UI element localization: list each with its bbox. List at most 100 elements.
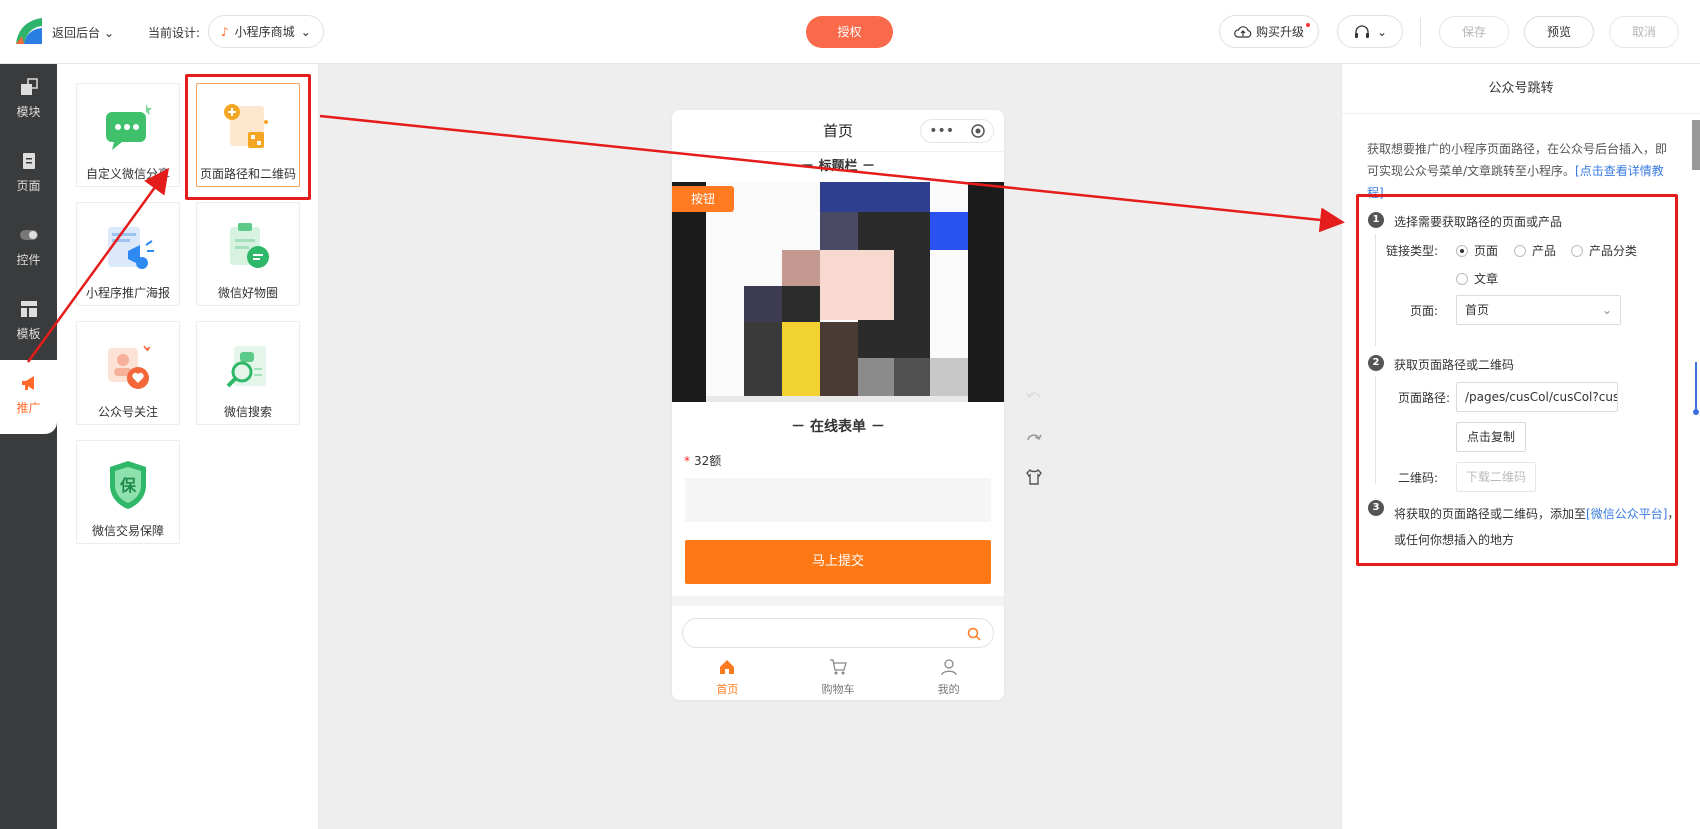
more-icon: ••• bbox=[929, 123, 955, 139]
clipboard-chat-icon bbox=[230, 223, 269, 268]
phone-preview: 首页 ••• － 标题栏 － 按钮 － 在线表单 － * 32额 马上提交 首页… bbox=[672, 110, 1004, 700]
title-bar-module[interactable]: － 标题栏 － bbox=[672, 152, 1004, 182]
widget-custom-wechat-share[interactable]: 自定义微信分享 bbox=[76, 83, 180, 187]
mini-program-icon: ♪ bbox=[221, 24, 229, 39]
sidebar-item-label: 推广 bbox=[16, 401, 41, 415]
search-icon bbox=[967, 627, 981, 641]
shirt-theme-icon[interactable] bbox=[1025, 468, 1043, 486]
form-field-name: 32额 bbox=[694, 454, 722, 468]
hero-image-block bbox=[782, 322, 820, 396]
page-title: 首页 bbox=[822, 122, 853, 140]
user-icon bbox=[941, 659, 957, 676]
tab-home[interactable]: 首页 bbox=[672, 652, 783, 700]
tab-cart[interactable]: 购物车 bbox=[783, 652, 894, 700]
tab-label: 购物车 bbox=[821, 683, 855, 696]
current-design-select[interactable]: ♪ 小程序商城 ⌄ bbox=[208, 15, 324, 48]
hero-image-block bbox=[820, 250, 894, 320]
widget-label: 公众号关注 bbox=[97, 405, 158, 419]
hero-image-block bbox=[858, 358, 894, 396]
cart-icon bbox=[830, 659, 847, 675]
widget-label: 微信交易保障 bbox=[91, 524, 164, 538]
widget-wechat-good-things[interactable]: 微信好物圈 bbox=[196, 202, 300, 306]
back-to-admin-label: 返回后台 bbox=[52, 26, 101, 40]
sidebar-item-label: 页面 bbox=[16, 179, 41, 193]
hero-image-block bbox=[744, 322, 782, 396]
widget-label: 微信搜索 bbox=[223, 405, 272, 419]
widget-label: 微信好物圈 bbox=[217, 286, 278, 300]
panel-title: 公众号跳转 bbox=[1342, 64, 1700, 114]
sidebar-item-page[interactable]: 页面 bbox=[0, 138, 57, 210]
annotation-frame-settings bbox=[1356, 194, 1678, 566]
sidebar-item-label: 模板 bbox=[16, 327, 41, 341]
home-icon bbox=[720, 660, 735, 674]
widget-label: 小程序推广海报 bbox=[85, 286, 170, 300]
page-icon bbox=[22, 153, 35, 169]
target-icon bbox=[970, 124, 985, 138]
current-design-value: 小程序商城 bbox=[234, 25, 295, 39]
preview-button[interactable]: 预览 bbox=[1524, 16, 1594, 48]
upgrade-label: 购买升级 bbox=[1255, 25, 1304, 39]
hero-image-block bbox=[820, 322, 858, 396]
module-icon bbox=[20, 78, 38, 95]
hero-image-block bbox=[672, 182, 706, 402]
hero-image-block bbox=[930, 358, 968, 396]
wechat-share-icon bbox=[106, 104, 152, 150]
template-icon bbox=[20, 301, 37, 317]
save-button[interactable]: 保存 bbox=[1439, 16, 1509, 48]
section-separator bbox=[672, 596, 1004, 606]
required-mark: * bbox=[684, 454, 690, 468]
sidebar-item-template[interactable]: 模板 bbox=[0, 286, 57, 358]
current-design-label: 当前设计: bbox=[148, 26, 201, 40]
chevron-down-icon: ⌄ bbox=[104, 25, 115, 40]
hero-image-block bbox=[968, 182, 1004, 402]
widget-mini-program-poster[interactable]: 小程序推广海报 bbox=[76, 202, 180, 306]
widget-official-account-follow[interactable]: 公众号关注 bbox=[76, 321, 180, 425]
image-module[interactable]: 按钮 bbox=[672, 182, 1004, 402]
upgrade-button[interactable]: 购买升级 bbox=[1219, 15, 1319, 48]
logo-icon bbox=[16, 18, 42, 44]
form-field-input[interactable] bbox=[685, 478, 991, 522]
form-field-label: * 32额 bbox=[672, 452, 1004, 474]
customer-service-button[interactable]: ⌄ bbox=[1337, 15, 1403, 48]
hero-image-block bbox=[820, 212, 858, 250]
guarantee-badge: 保 bbox=[119, 476, 137, 495]
sidebar-item-label: 控件 bbox=[16, 253, 41, 267]
bottom-tab-bar: 首页 购物车 我的 bbox=[672, 652, 1004, 700]
widget-wechat-search[interactable]: 微信搜索 bbox=[196, 321, 300, 425]
left-sidebar: 模块 页面 控件 模板 推广 bbox=[0, 64, 57, 829]
toggle-icon bbox=[19, 230, 38, 240]
annotation-frame-widget bbox=[185, 74, 311, 200]
mini-program-capsule: ••• bbox=[920, 119, 994, 143]
top-bar: 返回后台 ⌄ 当前设计: ♪ 小程序商城 ⌄ 授权 购买升级 ⌄ 保存 预览 取… bbox=[0, 0, 1700, 64]
sidebar-item-module[interactable]: 模块 bbox=[0, 64, 57, 136]
widget-label: 自定义微信分享 bbox=[85, 167, 170, 181]
back-to-admin-link[interactable]: 返回后台 ⌄ bbox=[52, 24, 114, 41]
tab-label: 我的 bbox=[937, 683, 960, 696]
widget-wechat-trade-guarantee[interactable]: 保 微信交易保障 bbox=[76, 440, 180, 544]
sidebar-item-promotion[interactable]: 推广 bbox=[0, 360, 57, 434]
headset-icon bbox=[1354, 24, 1369, 38]
scrollbar-thumb[interactable] bbox=[1692, 120, 1700, 170]
hero-image-block bbox=[894, 358, 930, 396]
phone-header: 首页 ••• bbox=[672, 110, 1004, 152]
tab-mine[interactable]: 我的 bbox=[893, 652, 1004, 700]
chevron-down-icon: ⌄ bbox=[1376, 24, 1388, 39]
sidebar-item-control[interactable]: 控件 bbox=[0, 212, 57, 284]
hero-image-block bbox=[744, 286, 782, 322]
search-bar[interactable] bbox=[682, 618, 994, 648]
cloud-upload-icon bbox=[1234, 25, 1252, 38]
hero-button[interactable]: 按钮 bbox=[672, 186, 734, 212]
cancel-button[interactable]: 取消 bbox=[1609, 16, 1679, 48]
redo-icon[interactable] bbox=[1025, 430, 1043, 448]
thermometer-icon bbox=[1693, 362, 1699, 415]
submit-button[interactable]: 马上提交 bbox=[685, 540, 991, 584]
undo-icon[interactable] bbox=[1025, 388, 1043, 406]
tab-label: 首页 bbox=[716, 683, 739, 696]
form-title: － 在线表单 － bbox=[791, 419, 885, 435]
authorize-button[interactable]: 授权 bbox=[806, 16, 893, 48]
chevron-down-icon: ⌄ bbox=[300, 24, 311, 39]
poster-megaphone-icon bbox=[108, 227, 154, 269]
hero-image-block bbox=[782, 250, 820, 286]
hero-image-block bbox=[930, 212, 968, 250]
top-divider bbox=[1420, 18, 1421, 46]
